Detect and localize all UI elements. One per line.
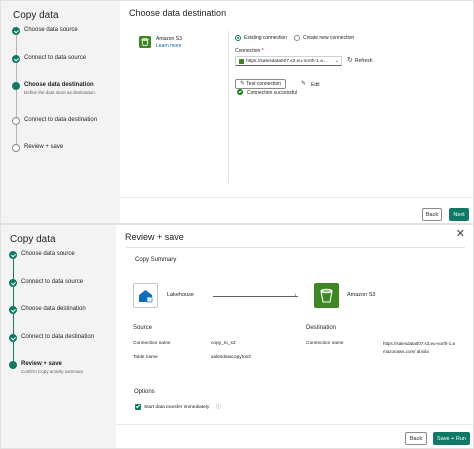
step-label: Choose data source xyxy=(24,27,78,33)
edit-icon[interactable]: ✎ xyxy=(301,80,306,87)
close-icon[interactable]: ✕ xyxy=(456,229,465,240)
start-transfer-checkbox[interactable] xyxy=(135,403,141,410)
lakehouse-icon xyxy=(139,290,153,303)
step-complete-icon xyxy=(12,27,20,35)
start-transfer-label: Start data transfer immediately xyxy=(144,405,210,410)
step-pending-icon xyxy=(12,117,20,125)
checkmark-icon xyxy=(135,403,141,409)
review-save-dialog: Copy data Choose data source Connect to … xyxy=(0,224,474,449)
step-connect-data-destination: Connect to data destination xyxy=(1,116,120,130)
step-label: Connect to data destination xyxy=(24,117,98,123)
copy-summary-title: Copy Summary xyxy=(135,257,177,263)
wizard-sidebar: Copy data Choose data source Connect to … xyxy=(1,225,116,448)
step-choose-data-destination: Choose data destination Define the data … xyxy=(1,82,120,102)
test-connection-label: Test connection xyxy=(246,81,282,87)
refresh-button[interactable]: Refresh xyxy=(355,58,373,64)
existing-connection-label: Existing connection xyxy=(244,35,288,41)
step-review-save: Review + save xyxy=(1,143,120,157)
step-description: Confirm Copy activity summary xyxy=(21,369,84,374)
step-label: Review + save xyxy=(24,144,64,150)
vertical-divider xyxy=(228,31,229,183)
step-label: Choose data destination xyxy=(21,306,86,312)
step-complete-icon xyxy=(9,279,17,287)
step-choose-data-source: Choose data source xyxy=(1,26,120,40)
source-table-key: Table name xyxy=(133,355,158,360)
dialog-main: Choose data destination Amazon S3 Learn … xyxy=(120,1,473,223)
chevron-down-icon: ⌄ xyxy=(334,58,339,64)
amazon-s3-icon xyxy=(239,59,244,64)
destination-connection-value-line2: mazonaws.com/ abiola xyxy=(383,349,429,354)
dialog-main: Review + save ✕ Copy Summary Lakehouse ›… xyxy=(116,225,473,448)
destination-connection-value-line1: https://salesdata007.s3.eu-north-1.a xyxy=(383,341,456,346)
step-connect-data-source: Connect to data source xyxy=(1,54,120,68)
source-table-value: salesdatacopytos3 xyxy=(211,355,251,360)
save-run-button[interactable]: Save + Run xyxy=(433,432,470,445)
destination-name: Amazon S3 xyxy=(347,292,376,298)
destination-section-title: Destination xyxy=(306,325,337,331)
footer-divider xyxy=(116,424,473,425)
connection-select[interactable]: https://salesdata007.s3.eu-north-1.a... … xyxy=(235,56,342,66)
sidebar-title: Copy data xyxy=(13,10,59,21)
step-complete-icon xyxy=(9,306,17,314)
edit-button[interactable]: Edit xyxy=(311,82,320,88)
destination-type-card[interactable]: Amazon S3 Learn more xyxy=(137,35,223,55)
amazon-s3-icon xyxy=(139,36,151,48)
new-connection-radio[interactable] xyxy=(294,35,300,41)
choose-destination-dialog: Copy data Choose data source Connect to … xyxy=(0,0,474,224)
existing-connection-radio[interactable] xyxy=(235,35,241,41)
lakehouse-tile xyxy=(133,283,158,308)
step-label: Review + save xyxy=(21,361,62,367)
step-current-icon xyxy=(9,361,17,369)
step-complete-icon xyxy=(9,251,17,259)
next-button[interactable]: Next xyxy=(449,208,469,221)
heading-divider xyxy=(126,247,465,248)
step-label: Connect to data source xyxy=(21,279,84,285)
step-complete-icon xyxy=(12,55,20,63)
step-label: Choose data destination xyxy=(24,82,94,88)
footer-divider xyxy=(120,197,473,198)
wizard-sidebar: Copy data Choose data source Connect to … xyxy=(1,1,120,223)
step-label: Choose data source xyxy=(21,251,75,257)
step-connect-data-source: Connect to data source xyxy=(1,278,116,292)
source-connection-key: Connection name xyxy=(133,341,171,346)
step-review-save: Review + save Confirm Copy activity summ… xyxy=(1,361,116,381)
info-icon[interactable]: ⓘ xyxy=(216,403,221,410)
source-name: Lakehouse xyxy=(167,292,194,298)
step-choose-data-destination: Choose data destination xyxy=(1,305,116,319)
refresh-icon[interactable]: ↻ xyxy=(347,56,353,64)
success-check-icon xyxy=(237,89,243,95)
sidebar-title: Copy data xyxy=(10,234,56,245)
back-button[interactable]: Back xyxy=(422,208,442,221)
flow-arrow-line xyxy=(213,296,298,297)
step-connect-data-destination: Connect to data destination xyxy=(1,333,116,347)
connection-status: Connection successful xyxy=(247,90,298,96)
plug-icon: ✎ xyxy=(239,81,245,87)
back-button[interactable]: Back xyxy=(405,432,427,445)
step-label: Connect to data source xyxy=(24,55,87,61)
learn-more-link[interactable]: Learn more xyxy=(156,43,182,49)
step-description: Define the data store as destination. xyxy=(24,90,97,95)
step-choose-data-source: Choose data source xyxy=(1,250,116,264)
step-current-icon xyxy=(12,82,20,90)
arrow-right-icon: › xyxy=(294,292,297,299)
connection-value: https://salesdata007.s3.eu-north-1.a... xyxy=(246,59,327,64)
destination-connection-key: Connection name xyxy=(306,341,344,346)
step-label: Connect to data destination xyxy=(21,334,95,340)
test-connection-button[interactable]: ✎ Test connection xyxy=(235,79,286,89)
options-title: Options xyxy=(134,389,155,395)
source-connection-value: copy_to_s3 xyxy=(211,341,236,346)
step-pending-icon xyxy=(12,144,20,152)
destination-type-name: Amazon S3 xyxy=(156,36,182,42)
page-title: Choose data destination xyxy=(129,8,227,18)
connection-label: Connection * xyxy=(235,48,264,54)
page-title: Review + save xyxy=(125,232,184,242)
source-section-title: Source xyxy=(133,325,153,331)
amazon-s3-tile xyxy=(314,283,339,308)
amazon-s3-icon xyxy=(320,288,333,303)
step-complete-icon xyxy=(9,334,17,342)
new-connection-label: Create new connection xyxy=(303,35,355,41)
